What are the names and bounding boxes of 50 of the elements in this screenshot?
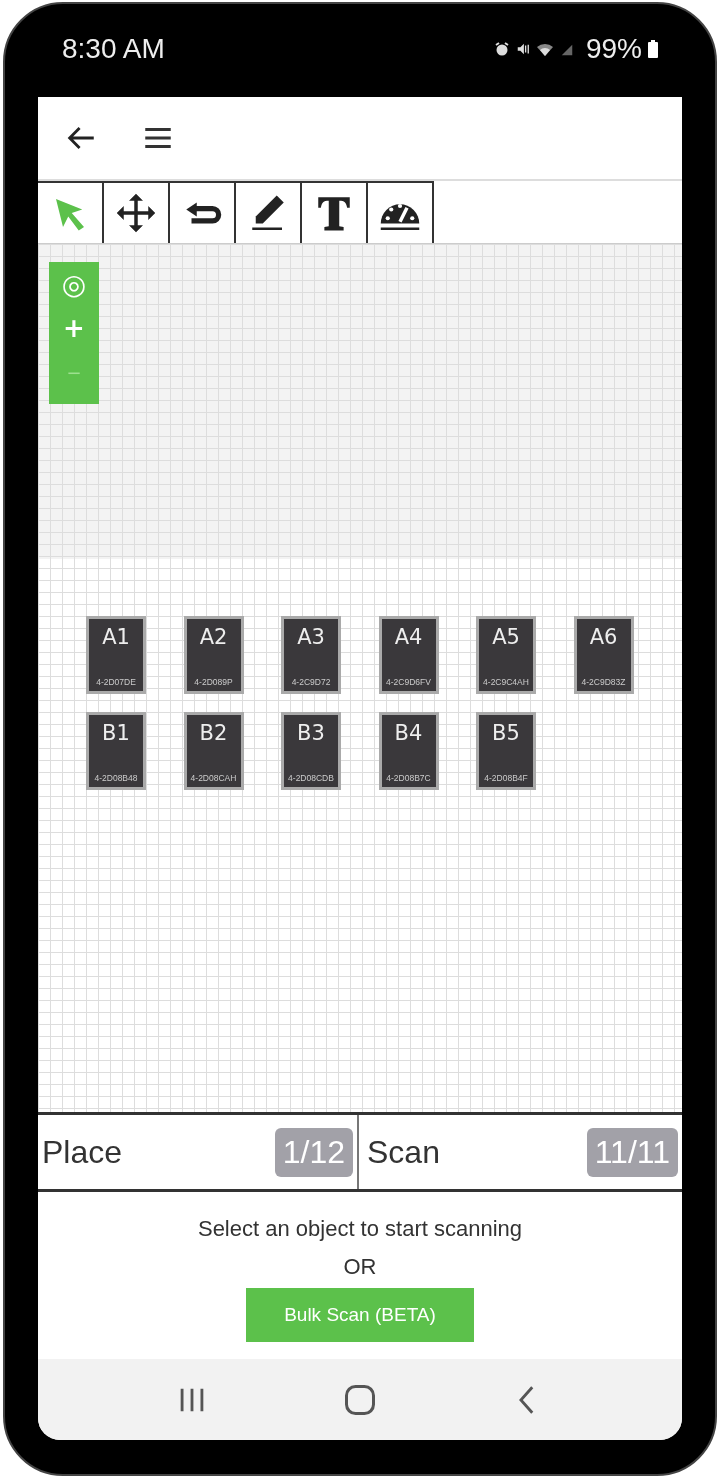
bin-tile[interactable]: A5 4-2C9C4AH — [476, 616, 536, 694]
bin-tile[interactable]: A1 4-2D07DE — [86, 616, 146, 694]
tile-code: 4-2D08CAH — [190, 773, 237, 783]
tool-button[interactable] — [302, 181, 368, 243]
tile-code: 4-2C9D83Z — [581, 677, 626, 687]
tool-button[interactable] — [368, 181, 434, 243]
tile-code: 4-2C9D6FV — [386, 677, 431, 687]
tile-label: A5 — [492, 625, 520, 649]
counter-label: Place — [42, 1133, 123, 1171]
bin-tile[interactable]: B3 4-2D08CDB — [281, 712, 341, 790]
bin-tile[interactable]: B1 4-2D08B48 — [86, 712, 146, 790]
tile-code: 4-2C9D72 — [291, 677, 331, 687]
status-time: 8:30 AM — [62, 32, 165, 65]
bin-tile[interactable]: B4 4-2D08B7C — [378, 712, 439, 790]
tile-code: 4-2D08B4F — [484, 773, 528, 783]
tile-code: 4-2D089P — [194, 677, 233, 687]
tile-label: B4 — [394, 721, 423, 745]
tool-button[interactable] — [104, 181, 170, 243]
tile-label: B1 — [102, 721, 130, 745]
count-badge: 11/11 — [586, 1127, 678, 1177]
tile-code: 4-2C9C4AH — [483, 677, 529, 687]
battery-icon — [648, 39, 658, 58]
move-icon — [115, 192, 157, 234]
tile-label: A6 — [589, 625, 618, 649]
battery-percent: 99% — [585, 32, 642, 65]
tool-button[interactable] — [236, 181, 302, 243]
count-badge: 1/12 — [274, 1127, 353, 1177]
tile-label: B5 — [492, 721, 520, 745]
tile-code: 4-2D08B7C — [386, 773, 431, 783]
tile-label: A1 — [102, 625, 130, 649]
tile-code: 4-2D07DE — [96, 677, 136, 687]
bin-tile[interactable]: A4 4-2C9D6FV — [378, 616, 439, 694]
or-separator: OR — [343, 1254, 377, 1280]
tile-code: 4-2D08B48 — [94, 773, 138, 783]
bin-tile[interactable]: B2 4-2D08CAH — [183, 712, 244, 790]
scan-message: Select an object to start scanning — [197, 1216, 523, 1242]
tile-label: A3 — [297, 625, 325, 649]
tile-label: B3 — [297, 721, 325, 745]
bin-tile[interactable]: A2 4-2D089P — [183, 616, 244, 694]
bin-tile[interactable]: B5 4-2D08B4F — [476, 712, 536, 790]
counter-label: Scan — [367, 1133, 440, 1171]
tool-button[interactable] — [38, 181, 104, 243]
tile-label: A4 — [394, 625, 423, 649]
alarm-icon — [493, 40, 510, 57]
bin-tile[interactable]: A3 4-2C9D72 — [281, 616, 341, 694]
bin-tile[interactable]: A6 4-2C9D83Z — [573, 616, 634, 694]
tool-button[interactable] — [170, 181, 236, 243]
tile-label: B2 — [199, 721, 228, 745]
tile-code: 4-2D08CDB — [288, 773, 334, 783]
tile-label: A2 — [199, 625, 228, 649]
